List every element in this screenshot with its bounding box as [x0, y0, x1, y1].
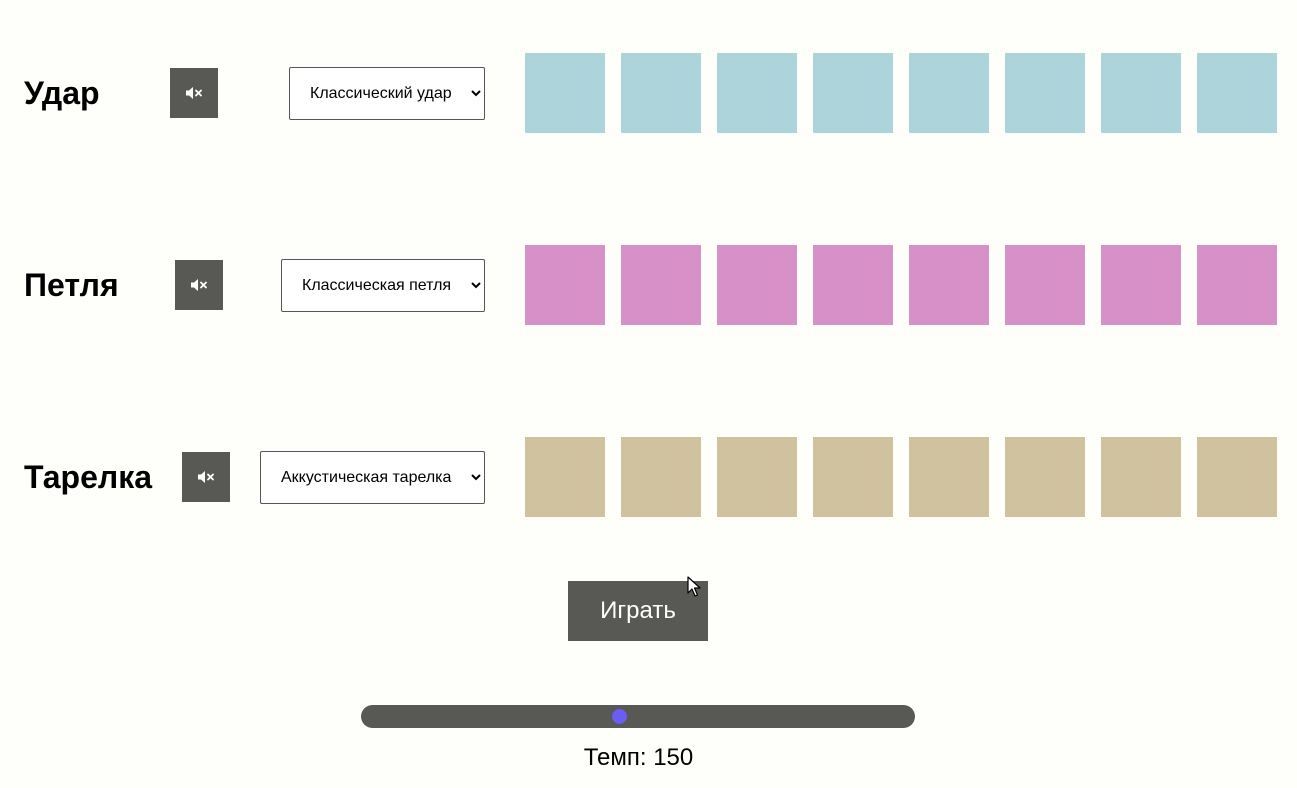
pad-hihat-8[interactable]	[1197, 437, 1277, 517]
speaker-muted-icon	[186, 87, 202, 99]
pad-snare-1[interactable]	[525, 245, 605, 325]
pad-kick-7[interactable]	[1101, 53, 1181, 133]
pad-kick-8[interactable]	[1197, 53, 1277, 133]
pad-hihat-7[interactable]	[1101, 437, 1181, 517]
speaker-muted-icon	[191, 279, 207, 291]
pad-snare-4[interactable]	[813, 245, 893, 325]
speaker-muted-icon	[198, 471, 214, 483]
pad-snare-3[interactable]	[717, 245, 797, 325]
mute-button-snare[interactable]	[175, 260, 223, 310]
track-row-snare: Петля Классическая петля	[0, 245, 1297, 325]
pad-hihat-2[interactable]	[621, 437, 701, 517]
sound-select-kick[interactable]: Классический удар	[289, 67, 485, 120]
pad-snare-5[interactable]	[909, 245, 989, 325]
sound-select-wrap-snare: Классическая петля	[281, 259, 485, 312]
pad-kick-4[interactable]	[813, 53, 893, 133]
pad-kick-6[interactable]	[1005, 53, 1085, 133]
sound-select-snare[interactable]: Классическая петля	[281, 259, 485, 312]
pad-group-kick	[525, 53, 1277, 133]
pad-kick-2[interactable]	[621, 53, 701, 133]
track-row-hihat: Тарелка Аккустическая тарелка	[0, 437, 1297, 517]
pad-hihat-4[interactable]	[813, 437, 893, 517]
track-row-kick: Удар Классический удар	[0, 53, 1297, 133]
mute-button-hihat[interactable]	[182, 452, 230, 502]
tempo-slider-thumb[interactable]	[612, 709, 628, 724]
pad-snare-2[interactable]	[621, 245, 701, 325]
track-title-snare: Петля	[24, 267, 119, 303]
pad-group-hihat	[525, 437, 1277, 517]
pad-kick-1[interactable]	[525, 53, 605, 133]
pad-group-snare	[525, 245, 1277, 325]
pad-hihat-5[interactable]	[909, 437, 989, 517]
mute-button-kick[interactable]	[170, 68, 218, 118]
pad-kick-5[interactable]	[909, 53, 989, 133]
track-title-kick: Удар	[24, 75, 100, 111]
sound-select-wrap-hihat: Аккустическая тарелка	[260, 451, 485, 504]
pad-hihat-1[interactable]	[525, 437, 605, 517]
pad-kick-3[interactable]	[717, 53, 797, 133]
pad-snare-6[interactable]	[1005, 245, 1085, 325]
tempo-slider[interactable]	[361, 705, 915, 728]
sound-select-hihat[interactable]: Аккустическая тарелка	[260, 451, 485, 504]
pad-hihat-3[interactable]	[717, 437, 797, 517]
track-title-hihat: Тарелка	[24, 459, 153, 495]
pad-snare-7[interactable]	[1101, 245, 1181, 325]
sound-select-wrap-kick: Классический удар	[289, 67, 485, 120]
tempo-label: Темп: 150	[583, 744, 694, 771]
pad-snare-8[interactable]	[1197, 245, 1277, 325]
pad-hihat-6[interactable]	[1005, 437, 1085, 517]
play-button[interactable]: Играть	[568, 581, 708, 641]
